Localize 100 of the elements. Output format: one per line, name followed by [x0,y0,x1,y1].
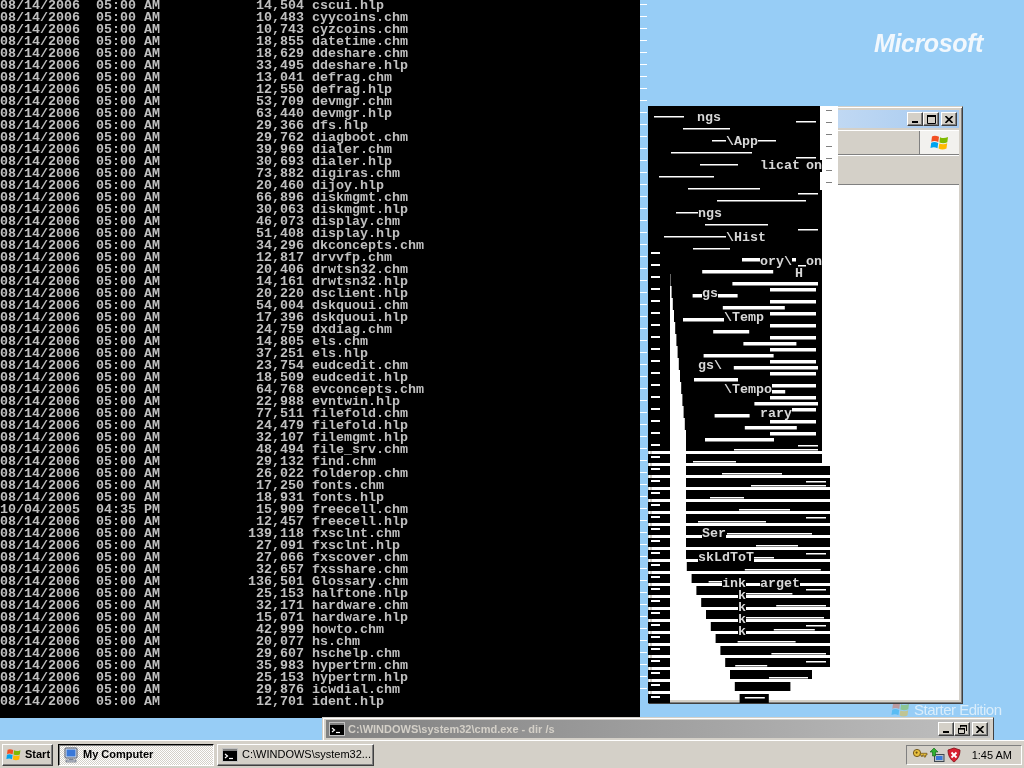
garbled-text: k [738,614,746,626]
time-text: 05:00 AM [96,372,160,384]
date-text: 08/14/2006 [0,144,80,156]
computer-icon [63,746,79,763]
file-size-text: 29,132 [256,456,304,468]
date-text: 08/14/2006 [0,600,80,612]
file-name-text: diskmgmt.chm [312,192,408,204]
file-size-text: 32,657 [256,564,304,576]
console-icon [329,722,345,736]
garbled-text: \Temp [724,312,764,324]
file-name-text: icwdial.chm [312,684,400,696]
date-text: 08/14/2006 [0,300,80,312]
date-text: 08/14/2006 [0,396,80,408]
date-text: 08/14/2006 [0,348,80,360]
close-icon [945,115,953,123]
garbled-text: \App [726,136,758,148]
file-size-text: 14,504 [256,0,304,12]
file-name-text: drvvfp.chm [312,252,392,264]
time-text: 05:00 AM [96,384,160,396]
date-text: 08/14/2006 [0,324,80,336]
file-size-text: 39,969 [256,144,304,156]
window-title: C:\WINDOWS\system32\cmd.exe - dir /s [348,722,555,736]
file-size-text: 53,709 [256,96,304,108]
file-size-text: 13,041 [256,72,304,84]
time-text: 05:00 AM [96,180,160,192]
file-name-text: fxsclnt.chm [312,528,400,540]
date-text: 08/14/2006 [0,456,80,468]
date-text: 08/14/2006 [0,156,80,168]
file-name-text: cscui.hlp [312,0,384,12]
time-text: 05:00 AM [96,516,160,528]
console-icon [222,747,238,762]
file-size-text: 34,296 [256,240,304,252]
shield-alert-icon[interactable] [946,746,962,763]
time-text: 05:00 AM [96,684,160,696]
date-text: 08/14/2006 [0,420,80,432]
date-text: 08/14/2006 [0,96,80,108]
garbled-text: ory\ [760,256,792,268]
file-name-text: ddeshare.hlp [312,60,408,72]
minimize-button[interactable] [907,112,923,126]
file-name-text: drwtsn32.hlp [312,276,408,288]
date-text: 08/14/2006 [0,288,80,300]
date-text: 08/14/2006 [0,636,80,648]
date-text: 08/14/2006 [0,612,80,624]
restore-button[interactable] [954,722,970,736]
file-name-text: filefold.chm [312,408,408,420]
date-text: 08/14/2006 [0,108,80,120]
date-text: 08/14/2006 [0,132,80,144]
file-name-text: display.chm [312,216,400,228]
date-text: 08/14/2006 [0,408,80,420]
taskbar-button[interactable]: C:\WINDOWS\system32... [217,743,374,766]
time-text: 05:00 AM [96,288,160,300]
file-name-text: els.hlp [312,348,368,360]
file-size-text: 66,896 [256,192,304,204]
file-size-text: 15,909 [256,504,304,516]
date-text: 10/04/2005 [0,504,80,516]
file-name-text: hypertrm.chm [312,660,408,672]
windows-flag-icon [929,134,950,151]
file-name-text: evntwin.hlp [312,396,400,408]
file-size-text: 12,701 [256,696,304,708]
file-size-text: 54,004 [256,300,304,312]
file-name-text: hardware.hlp [312,612,408,624]
time-text: 05:00 AM [96,36,160,48]
minimize-button[interactable] [938,722,954,736]
file-name-text: filefold.hlp [312,420,408,432]
file-size-text: 29,607 [256,648,304,660]
garbled-text: on [806,160,822,172]
garbled-text: gs\ [698,360,722,372]
file-size-text: 12,817 [256,252,304,264]
file-name-text: fxsshare.chm [312,564,408,576]
taskbar-button[interactable]: My Computer [58,743,214,766]
garbled-text: skLdToT [698,552,754,564]
file-name-text: dkconcepts.chm [312,240,424,252]
file-name-text: dfs.hlp [312,120,368,132]
time-text: 05:00 AM [96,168,160,180]
file-name-text: Glossary.chm [312,576,408,588]
time-text: 05:00 AM [96,480,160,492]
maximize-button[interactable] [923,112,939,126]
close-button[interactable] [941,112,957,126]
file-name-text: fonts.chm [312,480,384,492]
time-text: 05:00 AM [96,636,160,648]
file-size-text: 29,366 [256,120,304,132]
file-size-text: 18,931 [256,492,304,504]
garbled-text: on [806,256,822,268]
file-size-text: 27,091 [256,540,304,552]
date-text: 08/14/2006 [0,84,80,96]
network-icon[interactable] [929,746,945,763]
start-button[interactable]: Start [2,743,53,766]
file-name-text: devmgr.hlp [312,108,392,120]
file-size-text: 23,754 [256,360,304,372]
garbled-text: \Hist [726,232,766,244]
file-size-text: 32,171 [256,600,304,612]
date-text: 08/14/2006 [0,12,80,24]
edition-text: Starter Edition [914,702,1002,718]
windows-flag-icon [890,702,912,718]
time-text: 05:00 AM [96,72,160,84]
date-text: 08/14/2006 [0,576,80,588]
file-name-text: diagboot.chm [312,132,408,144]
date-text: 08/14/2006 [0,432,80,444]
date-text: 08/14/2006 [0,336,80,348]
close-button[interactable] [972,722,988,736]
